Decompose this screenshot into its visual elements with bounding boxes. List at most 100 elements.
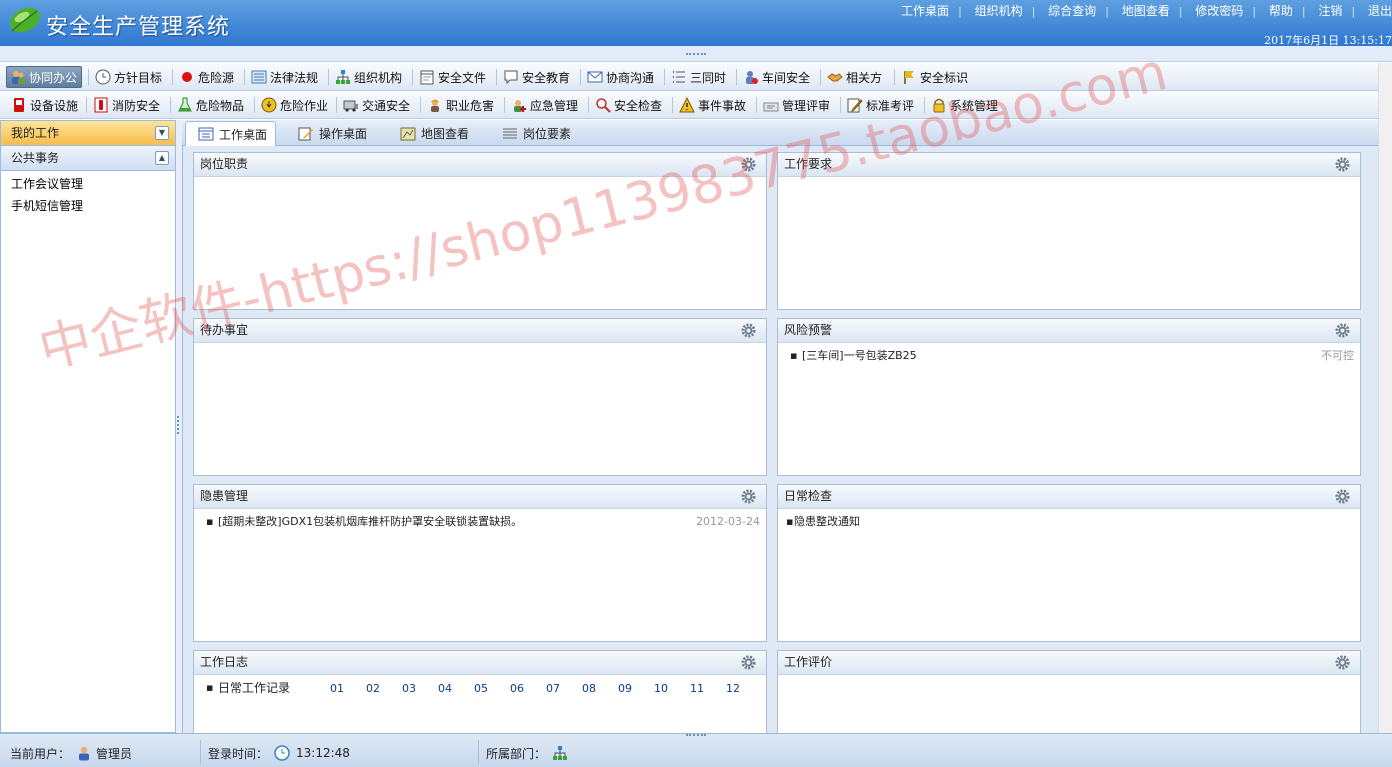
- month-link[interactable]: 09: [618, 680, 654, 698]
- chevron-down-icon[interactable]: ▼: [155, 126, 169, 140]
- toolbar-item-hazardous-work[interactable]: 危险作业: [258, 94, 332, 116]
- toolbar-item-three-simultaneity[interactable]: 三同时: [668, 66, 730, 88]
- toolbar-item-workshop-safety[interactable]: 车间安全: [740, 66, 814, 88]
- toolbar-item-hazard-source[interactable]: 危险源: [176, 66, 238, 88]
- month-link[interactable]: 06: [510, 680, 546, 698]
- toolbar-item-traffic-safety[interactable]: 交通安全: [340, 94, 414, 116]
- tab-map-view[interactable]: 地图查看: [388, 121, 477, 146]
- top-link-password[interactable]: 修改密码: [1195, 4, 1243, 18]
- user-lock-icon: [746, 71, 758, 84]
- sidebar-item-meeting-management[interactable]: 工作会议管理: [1, 173, 175, 195]
- top-link-org[interactable]: 组织机构: [975, 4, 1023, 18]
- month-link[interactable]: 11: [690, 680, 726, 698]
- gear-icon[interactable]: [1335, 323, 1350, 338]
- portlet-title: 待办事宜: [200, 323, 249, 337]
- chevron-up-icon[interactable]: ▲: [155, 151, 169, 165]
- toolbar-item-safety-signs[interactable]: 安全标识: [898, 66, 972, 88]
- list-item[interactable]: ▪ [三车间]一号包装ZB25 不可控: [784, 347, 1354, 367]
- toolbar-label: 危险作业: [280, 98, 329, 113]
- main-toolbar: 协同办公 方针目标 危险源 法律法规 组织机构 安全文件 安全教育 协商沟通 三…: [0, 63, 1378, 91]
- top-link-help[interactable]: 帮助: [1269, 4, 1293, 18]
- login-time-value: 13:12:48: [296, 746, 350, 760]
- toolbar-item-emergency[interactable]: 应急管理: [508, 94, 582, 116]
- toolbar-item-communication[interactable]: 协商沟通: [584, 66, 658, 88]
- toolbar-item-incidents[interactable]: 事件事故: [676, 94, 750, 116]
- toolbar-separator: [672, 97, 673, 113]
- top-nav-links: 工作桌面 | 组织机构 | 综合查询 | 地图查看 | 修改密码 | 帮助 | 注销 | 退出: [901, 2, 1392, 18]
- month-link[interactable]: 03: [402, 680, 438, 698]
- warning-icon: [679, 97, 695, 113]
- user-icon: [79, 746, 90, 761]
- login-time-label: 登录时间：: [208, 746, 269, 761]
- toolbar-item-management-review[interactable]: 管理评审: [760, 94, 834, 116]
- month-link[interactable]: 08: [582, 680, 618, 698]
- gear-icon[interactable]: [741, 655, 756, 670]
- toolbar-item-policy-goals[interactable]: 方针目标: [92, 66, 166, 88]
- toolbar-item-laws[interactable]: 法律法规: [248, 66, 322, 88]
- toolbar-label: 安全文件: [438, 70, 487, 85]
- portlet-title: 隐患管理: [200, 489, 249, 503]
- toolbar-item-occupational-hazard[interactable]: 职业危害: [424, 94, 498, 116]
- splitter-grip[interactable]: [686, 53, 706, 57]
- toolbar-item-standard-evaluation[interactable]: 标准考评: [844, 94, 918, 116]
- magnifier-icon: [596, 98, 611, 113]
- speech-bubble-icon: [504, 70, 518, 85]
- toolbar-separator: [254, 97, 255, 113]
- portlet-header: 工作评价: [778, 651, 1360, 675]
- page-scrollbar[interactable]: [1378, 63, 1392, 733]
- month-link[interactable]: 05: [474, 680, 510, 698]
- gear-icon[interactable]: [1335, 157, 1350, 172]
- accordion-my-work[interactable]: 我的工作 ▼: [1, 121, 175, 146]
- accordion-public-affairs[interactable]: 公共事务 ▲: [1, 146, 175, 171]
- gear-icon[interactable]: [741, 323, 756, 338]
- portlet-title: 工作要求: [784, 157, 833, 171]
- splitter-grip[interactable]: [686, 734, 706, 738]
- gear-icon[interactable]: [741, 157, 756, 172]
- top-link-query[interactable]: 综合查询: [1048, 4, 1096, 18]
- toolbar-item-system-admin[interactable]: 系统管理: [928, 94, 1002, 116]
- list-item[interactable]: ▪ [超期未整改]GDX1包装机烟库推杆防护罩安全联锁装置缺损。 2012-03-2…: [200, 513, 760, 533]
- toolbar-item-fire-safety[interactable]: 消防安全: [90, 94, 164, 116]
- month-link[interactable]: 07: [546, 680, 582, 698]
- gear-icon[interactable]: [741, 489, 756, 504]
- month-link[interactable]: 02: [366, 680, 402, 698]
- toolbar-item-organization[interactable]: 组织机构: [332, 66, 406, 88]
- portlet-requirement: 工作要求: [777, 152, 1361, 310]
- portlet-header: 工作要求: [778, 153, 1360, 177]
- tab-post-elements[interactable]: 岗位要素: [490, 121, 579, 146]
- sidebar-item-sms-management[interactable]: 手机短信管理: [1, 195, 175, 217]
- tab-work-desktop[interactable]: 工作桌面: [185, 121, 277, 147]
- top-link-logout[interactable]: 注销: [1318, 4, 1342, 18]
- accordion-title: 我的工作: [11, 126, 60, 140]
- gear-icon[interactable]: [1335, 655, 1350, 670]
- toolbar-label: 消防安全: [112, 98, 161, 113]
- toolbar-item-safety-education[interactable]: 安全教育: [500, 66, 574, 88]
- portlet-header: 工作日志: [194, 651, 766, 675]
- toolbar-item-hazardous-goods[interactable]: 危险物品: [174, 94, 248, 116]
- toolbar-item-related-parties[interactable]: 相关方: [824, 66, 886, 88]
- month-link[interactable]: 12: [726, 680, 762, 698]
- toolbar-item-safety-files[interactable]: 安全文件: [416, 66, 490, 88]
- portlet-header: 日常检查: [778, 485, 1360, 509]
- month-link[interactable]: 04: [438, 680, 474, 698]
- header-splitter[interactable]: [0, 46, 1392, 62]
- gear-icon[interactable]: [1335, 489, 1350, 504]
- portlet-todo: 待办事宜: [193, 318, 767, 476]
- clock-icon: [95, 69, 111, 85]
- splitter-grip[interactable]: [177, 416, 180, 434]
- top-link-map[interactable]: 地图查看: [1122, 4, 1170, 18]
- list-item[interactable]: ▪ 隐患整改通知: [784, 513, 1354, 533]
- month-link[interactable]: 01: [330, 680, 366, 698]
- toolbar-separator: [756, 97, 757, 113]
- toolbar-item-safety-inspection[interactable]: 安全检查: [592, 94, 666, 116]
- hazard-icon: [261, 97, 277, 113]
- toolbar-item-cooperative-office[interactable]: 协同办公: [6, 66, 83, 88]
- toolbar-label: 协同办公: [29, 70, 78, 85]
- month-link[interactable]: 10: [654, 680, 690, 698]
- top-link-desktop[interactable]: 工作桌面: [901, 4, 949, 18]
- link-separator: |: [958, 5, 962, 18]
- toolbar-item-equipment[interactable]: 设备设施: [8, 94, 82, 116]
- tab-operation-desktop[interactable]: 操作桌面: [286, 121, 375, 146]
- toolbar-label: 安全检查: [614, 98, 663, 113]
- top-link-exit[interactable]: 退出: [1368, 4, 1392, 18]
